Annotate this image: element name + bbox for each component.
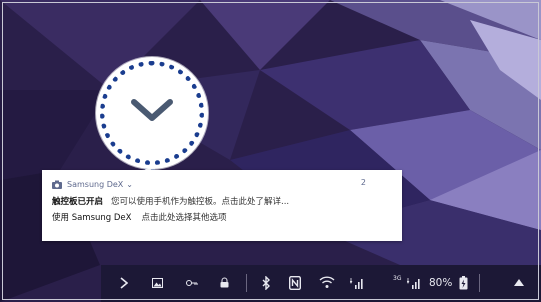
notification-line-2[interactable]: 使用 Samsung DeX 点击此处选择其他选项: [52, 211, 402, 225]
taskbar-divider: [479, 274, 480, 292]
battery-percent: 80%: [429, 277, 453, 289]
chevron-down-icon: [131, 99, 173, 121]
notification-count: 2: [360, 178, 366, 187]
taskbar: 3G 80%: [101, 265, 541, 302]
notification-title: 触控板已开启: [52, 197, 104, 207]
notification-header: Samsung DeX ⌄: [52, 177, 402, 191]
nfc-icon[interactable]: [289, 276, 301, 290]
taskbar-divider: [246, 274, 247, 292]
notification-line-1[interactable]: 触控板已开启 您可以使用手机作为触控板。点击此处了解详...: [52, 195, 402, 209]
signal-icon[interactable]: [350, 276, 364, 290]
wallpaper: [0, 0, 541, 302]
dex-desktop: Samsung DeX ⌄ 2 触控板已开启 您可以使用手机作为触控板。点击此处了…: [0, 0, 541, 302]
gallery-icon[interactable]: [152, 278, 163, 288]
camera-icon: [52, 180, 62, 189]
notification-card[interactable]: Samsung DeX ⌄ 2 触控板已开启 您可以使用手机作为触控板。点击此处了…: [42, 170, 402, 241]
arrow-up-icon[interactable]: [514, 279, 524, 286]
key-icon[interactable]: [186, 278, 198, 288]
bluetooth-icon[interactable]: [262, 276, 271, 290]
chevron-right-icon[interactable]: [120, 277, 128, 289]
network-type-label: 3G: [393, 275, 402, 282]
battery-icon[interactable]: [459, 276, 468, 290]
wifi-icon[interactable]: [319, 276, 335, 289]
notification-app-name: Samsung DeX: [67, 179, 124, 189]
signal-icon[interactable]: [407, 276, 421, 290]
expand-notification-button[interactable]: ⌄: [126, 180, 133, 189]
notification-body-2: 点击此处选择其他选项: [141, 213, 227, 223]
notification-title-2: 使用 Samsung DeX: [52, 213, 132, 223]
lock-app-icon[interactable]: [219, 277, 230, 288]
notification-body: 您可以使用手机作为触控板。点击此处了解详...: [111, 197, 290, 207]
